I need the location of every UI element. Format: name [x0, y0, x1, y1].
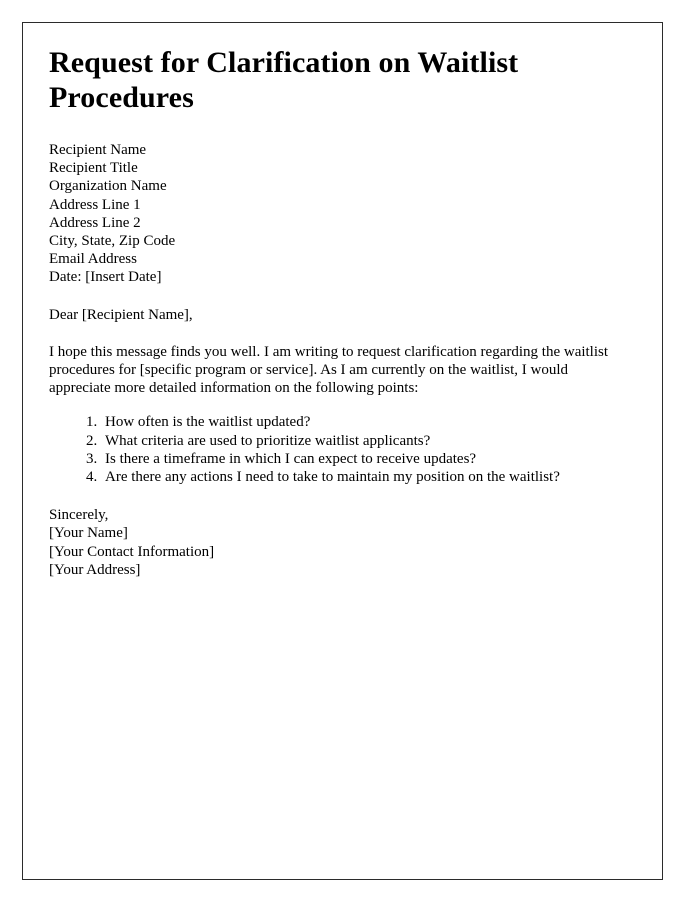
list-item: What criteria are used to prioritize wai… — [101, 432, 615, 450]
address-line: Recipient Title — [49, 160, 138, 177]
address-line: Address Line 2 — [49, 214, 141, 231]
address-line: Email Address — [49, 251, 137, 268]
recipient-address-block: Recipient Name Recipient Title Organizat… — [49, 141, 615, 287]
body-paragraph: I hope this message finds you well. I am… — [49, 343, 609, 397]
list-item: Are there any actions I need to take to … — [101, 468, 615, 486]
document-canvas: Request for Clarification on Waitlist Pr… — [0, 0, 700, 900]
list-item: Is there a timeframe in which I can expe… — [101, 450, 615, 468]
salutation: Dear [Recipient Name], — [49, 306, 193, 323]
clarification-points-list: How often is the waitlist updated? What … — [49, 413, 615, 486]
sender-contact: [Your Contact Information] — [49, 543, 215, 560]
address-line: Organization Name — [49, 178, 167, 195]
closing-salutation: Sincerely, — [49, 507, 109, 524]
address-line: Address Line 1 — [49, 196, 141, 213]
page-title: Request for Clarification on Waitlist Pr… — [49, 46, 519, 114]
sender-address: [Your Address] — [49, 561, 141, 578]
page-content: Request for Clarification on Waitlist Pr… — [49, 45, 615, 579]
address-line: Recipient Name — [49, 142, 147, 158]
closing-block: Sincerely, [Your Name] [Your Contact Inf… — [49, 506, 615, 579]
address-line: City, State, Zip Code — [49, 233, 176, 250]
date-line: Date: [Insert Date] — [49, 269, 162, 286]
list-item: How often is the waitlist updated? — [101, 413, 615, 431]
page-sheet: Request for Clarification on Waitlist Pr… — [22, 22, 663, 880]
sender-name: [Your Name] — [49, 525, 128, 542]
